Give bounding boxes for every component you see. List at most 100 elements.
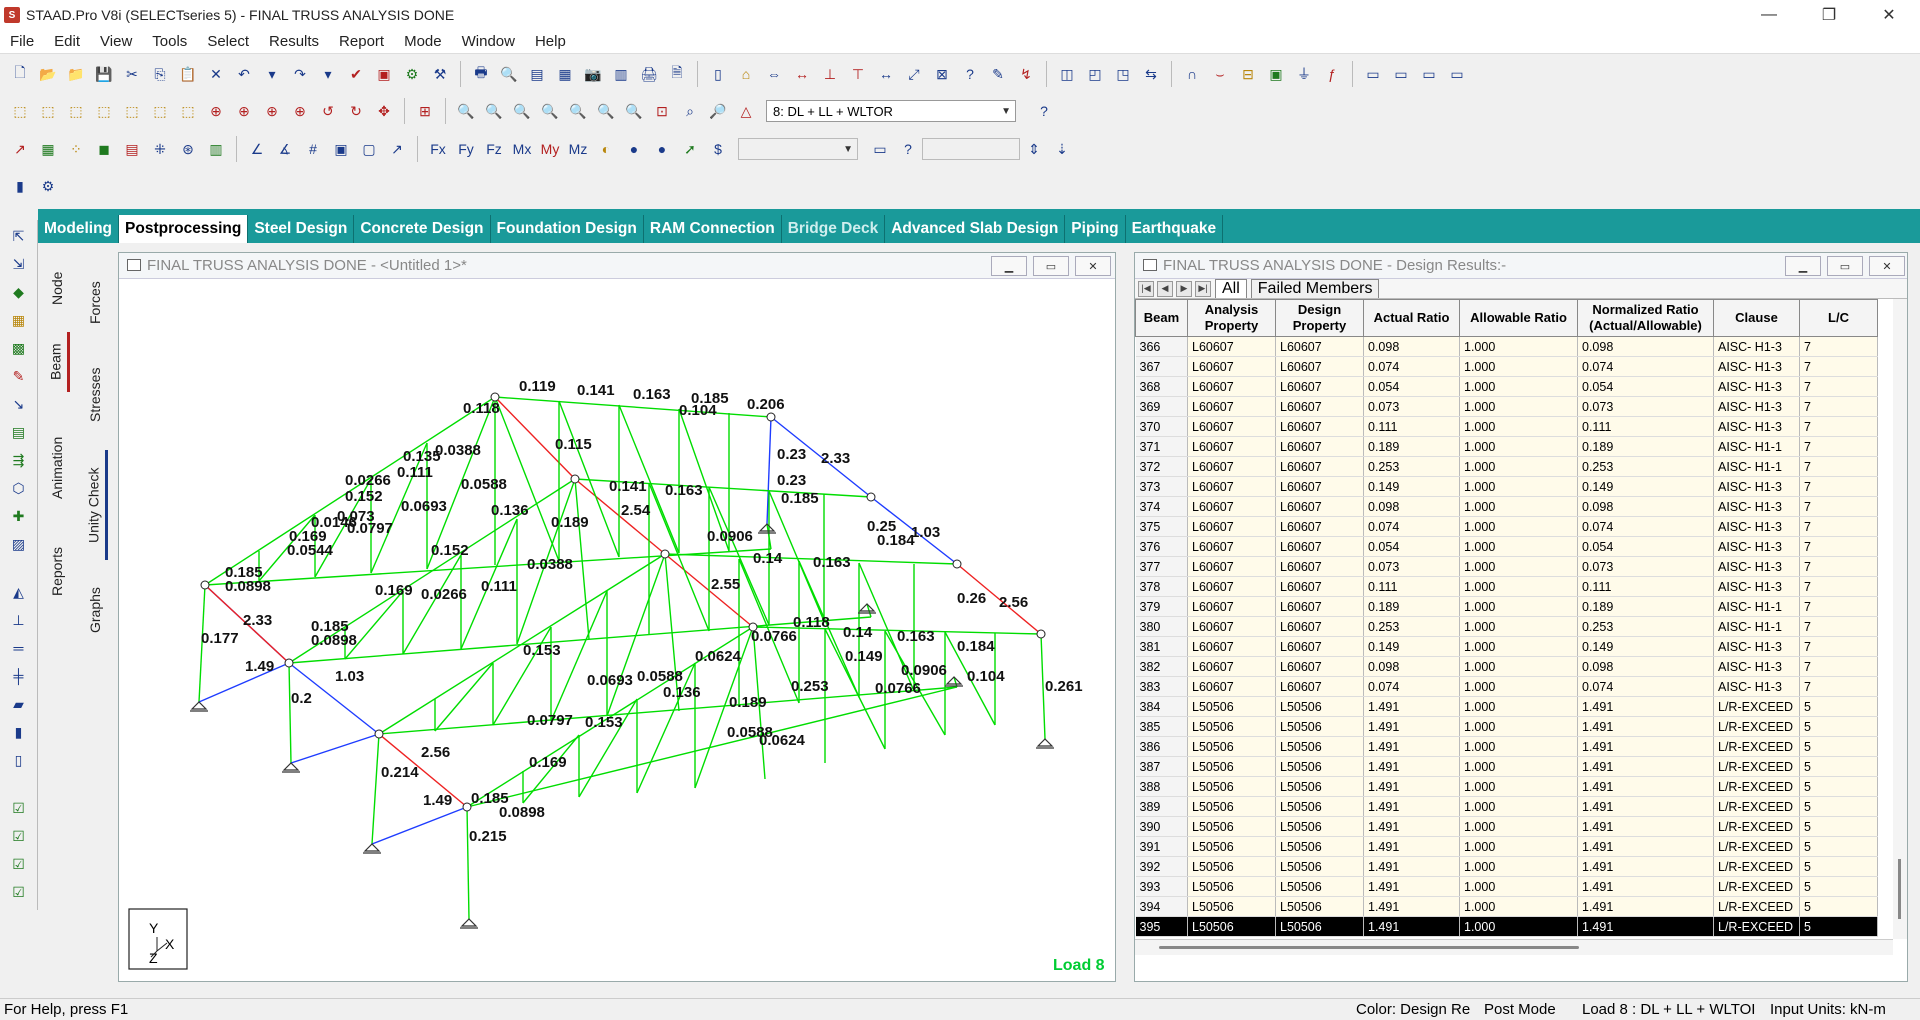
cell-beam[interactable]: 372 <box>1135 456 1188 477</box>
mode-ram-connection[interactable]: RAM Connection <box>644 215 782 243</box>
results-minimize-button[interactable]: ▁ <box>1785 256 1821 276</box>
paste-icon[interactable]: 📋 <box>176 62 200 86</box>
help-question-icon[interactable]: ? <box>958 62 982 86</box>
view-front-icon[interactable]: ⬚ <box>8 99 32 123</box>
cell-normalized-ratio[interactable]: 0.189 <box>1577 596 1714 617</box>
globe-icon[interactable]: ⊛ <box>176 137 200 161</box>
cell-beam[interactable]: 366 <box>1135 336 1188 357</box>
structure-icon[interactable]: ⌂ <box>734 62 758 86</box>
cell-beam[interactable]: 391 <box>1135 836 1188 857</box>
picture-icon[interactable]: 📷 <box>581 62 605 86</box>
cell-beam[interactable]: 390 <box>1135 816 1188 837</box>
support-icon[interactable]: ⏚ <box>1292 62 1316 86</box>
load-case-select[interactable]: 8: DL + LL + WLTOR ▼ <box>766 100 1016 122</box>
cell-normalized-ratio[interactable]: 0.111 <box>1577 416 1714 437</box>
new-file-icon[interactable]: 🗋 <box>8 62 32 86</box>
mesh-icon[interactable]: ⁜ <box>148 137 172 161</box>
table-row[interactable]: 392 L50506 L50506 1.491 1.000 1.491 L/R-EXCEED… <box>1135 856 1878 877</box>
fz-icon[interactable]: Fz <box>482 137 506 161</box>
tool-shape-4-icon[interactable]: ╪ <box>7 664 31 688</box>
dollar-icon[interactable]: $ <box>706 137 730 161</box>
table-row[interactable]: 381 L60607 L60607 0.149 1.000 0.149 AISC- H1-3… <box>1135 636 1878 657</box>
table-row[interactable]: 388 L50506 L50506 1.491 1.000 1.491 L/R-EXCEED… <box>1135 776 1878 797</box>
cell-beam[interactable]: 370 <box>1135 416 1188 437</box>
cell-lc[interactable]: 7 <box>1799 436 1878 457</box>
cell-clause[interactable]: L/R-EXCEED <box>1713 836 1800 857</box>
cell-lc[interactable]: 7 <box>1799 416 1878 437</box>
cell-actual-ratio[interactable]: 1.491 <box>1363 696 1460 717</box>
rotate-left-icon[interactable]: ⊕ <box>260 99 284 123</box>
cell-allowable-ratio[interactable]: 1.000 <box>1459 716 1578 737</box>
page-tab-forces[interactable]: Forces <box>82 266 108 340</box>
cell-design-property[interactable]: L60607 <box>1275 516 1364 537</box>
cell-actual-ratio[interactable]: 0.149 <box>1363 636 1460 657</box>
cell-beam[interactable]: 377 <box>1135 556 1188 577</box>
col-design-property[interactable]: Design Property <box>1275 299 1364 337</box>
cell-lc[interactable]: 7 <box>1799 516 1878 537</box>
cell-allowable-ratio[interactable]: 1.000 <box>1459 896 1578 917</box>
cell-actual-ratio[interactable]: 1.491 <box>1363 856 1460 877</box>
select-all-icon[interactable]: ⤢ <box>902 62 926 86</box>
spin-arrows-icon[interactable]: ⇕ <box>1022 137 1046 161</box>
print-current-view-icon[interactable]: ▦ <box>553 62 577 86</box>
cell-lc[interactable]: 7 <box>1799 456 1878 477</box>
cell-beam[interactable]: 371 <box>1135 436 1188 457</box>
table-row[interactable]: 387 L50506 L50506 1.491 1.000 1.491 L/R-EXCEED… <box>1135 756 1878 777</box>
cell-allowable-ratio[interactable]: 1.000 <box>1459 536 1578 557</box>
restore-button[interactable]: ❐ <box>1806 0 1852 30</box>
cell-analysis-property[interactable]: L50506 <box>1187 696 1276 717</box>
cell-design-property[interactable]: L60607 <box>1275 416 1364 437</box>
cell-allowable-ratio[interactable]: 1.000 <box>1459 516 1578 537</box>
view-bottom-icon[interactable]: ⬚ <box>148 99 172 123</box>
cell-beam[interactable]: 380 <box>1135 616 1188 637</box>
label-tool-2-icon[interactable]: ☑ <box>7 824 31 848</box>
report-2-icon[interactable]: ▭ <box>1389 62 1413 86</box>
cell-lc[interactable]: 7 <box>1799 556 1878 577</box>
cell-analysis-property[interactable]: L60607 <box>1187 516 1276 537</box>
rotate-up-icon[interactable]: ⊕ <box>204 99 228 123</box>
zoom-out-icon[interactable]: 🔍 <box>538 99 562 123</box>
cell-actual-ratio[interactable]: 1.491 <box>1363 776 1460 797</box>
cell-beam[interactable]: 395 <box>1135 916 1188 937</box>
scrollbar-thumb[interactable] <box>1898 859 1901 919</box>
zoom-previous-icon[interactable]: 🔍 <box>594 99 618 123</box>
beam-label-icon[interactable]: ⊥ <box>818 62 842 86</box>
select-brush-icon[interactable]: ✎ <box>7 364 31 388</box>
table-row[interactable]: 383 L60607 L60607 0.074 1.000 0.074 AISC- H1-3… <box>1135 676 1878 697</box>
table-row[interactable]: 384 L50506 L50506 1.491 1.000 1.491 L/R-EXCEED… <box>1135 696 1878 717</box>
previous-page-icon[interactable]: ◀ <box>1157 280 1173 297</box>
menu-help[interactable]: Help <box>525 33 576 50</box>
select-lasso-icon[interactable]: ↘ <box>7 392 31 416</box>
cell-lc[interactable]: 5 <box>1799 836 1878 857</box>
cell-actual-ratio[interactable]: 0.253 <box>1363 456 1460 477</box>
cell-allowable-ratio[interactable]: 1.000 <box>1459 876 1578 897</box>
viewport-close-button[interactable]: ✕ <box>1075 256 1111 276</box>
save-icon[interactable]: 💾 <box>92 62 116 86</box>
cell-lc[interactable]: 7 <box>1799 576 1878 597</box>
delete-icon[interactable]: ✕ <box>204 62 228 86</box>
cell-clause[interactable]: AISC- H1-3 <box>1713 636 1800 657</box>
cell-design-property[interactable]: L60607 <box>1275 536 1364 557</box>
cell-lc[interactable]: 7 <box>1799 596 1878 617</box>
menu-tools[interactable]: Tools <box>142 33 197 50</box>
table-row[interactable]: 389 L50506 L50506 1.491 1.000 1.491 L/R-EXCEED… <box>1135 796 1878 817</box>
cell-analysis-property[interactable]: L60607 <box>1187 376 1276 397</box>
cell-allowable-ratio[interactable]: 1.000 <box>1459 856 1578 877</box>
cell-normalized-ratio[interactable]: 0.054 <box>1577 376 1714 397</box>
cell-clause[interactable]: L/R-EXCEED <box>1713 796 1800 817</box>
select-beam-icon[interactable]: ◆ <box>7 280 31 304</box>
cell-actual-ratio[interactable]: 1.491 <box>1363 796 1460 817</box>
cell-design-property[interactable]: L50506 <box>1275 916 1364 937</box>
mode-foundation-design[interactable]: Foundation Design <box>491 215 644 243</box>
cell-clause[interactable]: L/R-EXCEED <box>1713 876 1800 897</box>
cell-normalized-ratio[interactable]: 1.491 <box>1577 716 1714 737</box>
beam-tool-6-icon[interactable]: ↗ <box>385 137 409 161</box>
cell-normalized-ratio[interactable]: 1.491 <box>1577 856 1714 877</box>
cell-clause[interactable]: AISC- H1-3 <box>1713 676 1800 697</box>
cell-normalized-ratio[interactable]: 0.149 <box>1577 476 1714 497</box>
cell-analysis-property[interactable]: L60607 <box>1187 616 1276 637</box>
cell-allowable-ratio[interactable]: 1.000 <box>1459 596 1578 617</box>
cell-lc[interactable]: 5 <box>1799 896 1878 917</box>
cell-analysis-property[interactable]: L50506 <box>1187 796 1276 817</box>
cell-normalized-ratio[interactable]: 0.098 <box>1577 496 1714 517</box>
